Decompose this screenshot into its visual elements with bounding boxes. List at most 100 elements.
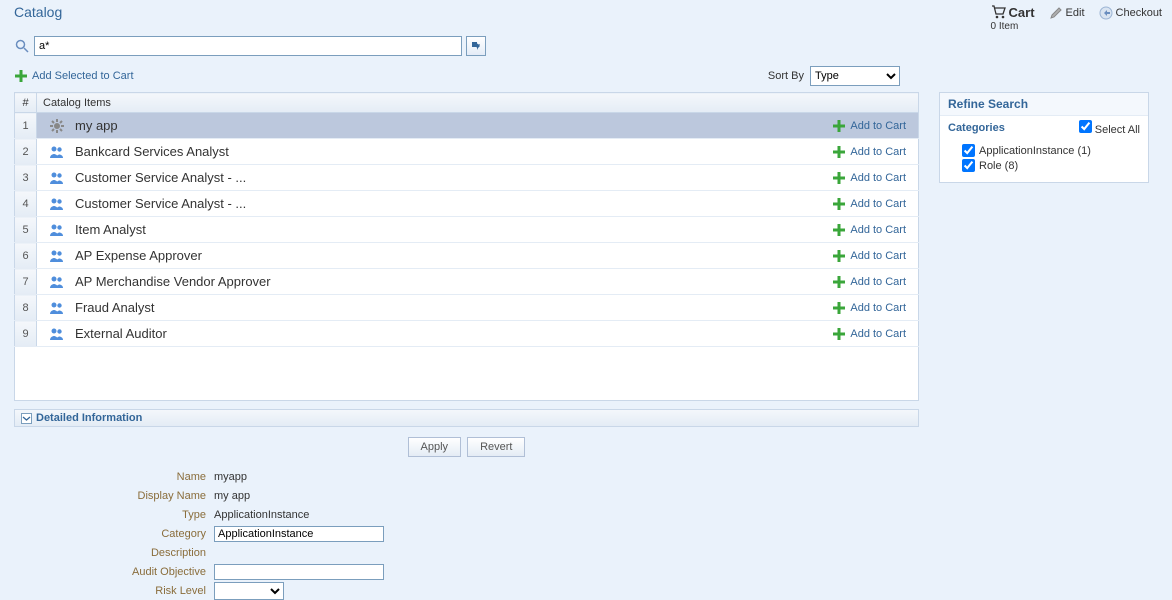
cart-label: Cart	[1009, 5, 1035, 20]
row-item-label: AP Expense Approver	[75, 248, 202, 263]
categories-label: Categories	[948, 122, 1005, 134]
add-to-cart-label: Add to Cart	[850, 146, 906, 158]
name-value: myapp	[214, 471, 247, 483]
category-label: Category	[14, 528, 214, 540]
row-item-cell[interactable]: Item Analyst	[37, 217, 809, 243]
add-to-cart-button[interactable]: Add to Cart	[815, 197, 913, 211]
select-all-label: Select All	[1095, 124, 1140, 136]
cart-icon	[991, 4, 1007, 20]
row-number: 2	[15, 139, 37, 165]
search-go-button[interactable]	[466, 36, 486, 56]
refine-search-title: Refine Search	[940, 93, 1148, 116]
select-all-checkbox[interactable]: Select All	[1079, 120, 1140, 136]
table-row[interactable]: 2 Bankcard Services Analyst Add to Cart	[15, 139, 919, 165]
row-item-cell[interactable]: AP Expense Approver	[37, 243, 809, 269]
search-input[interactable]	[34, 36, 462, 56]
table-row[interactable]: 3Customer Service Analyst - ... Add to Ca…	[15, 165, 919, 191]
sort-by-label: Sort By	[768, 70, 804, 82]
edit-label: Edit	[1066, 7, 1085, 19]
add-to-cart-label: Add to Cart	[850, 302, 906, 314]
role-icon	[49, 222, 65, 238]
role-icon	[49, 170, 65, 186]
checkout-link[interactable]: Checkout	[1099, 6, 1162, 20]
plus-icon	[832, 301, 846, 315]
row-item-cell[interactable]: my app	[37, 113, 809, 139]
row-item-label: External Auditor	[75, 326, 167, 341]
col-num-header[interactable]: #	[15, 93, 37, 113]
add-to-cart-button[interactable]: Add to Cart	[815, 301, 913, 315]
add-selected-to-cart[interactable]: Add Selected to Cart	[14, 69, 134, 83]
col-items-header[interactable]: Catalog Items	[37, 93, 919, 113]
plus-icon	[832, 197, 846, 211]
add-to-cart-button[interactable]: Add to Cart	[815, 249, 913, 263]
row-number: 1	[15, 113, 37, 139]
row-number: 4	[15, 191, 37, 217]
type-value: ApplicationInstance	[214, 509, 309, 521]
add-to-cart-label: Add to Cart	[850, 224, 906, 236]
apply-button[interactable]: Apply	[408, 437, 462, 457]
add-to-cart-button[interactable]: Add to Cart	[815, 171, 913, 185]
plus-icon	[832, 171, 846, 185]
role-icon	[49, 326, 65, 342]
category-item-label: ApplicationInstance (1)	[979, 145, 1091, 157]
sort-by-select[interactable]: Type	[810, 66, 900, 86]
role-icon	[49, 196, 65, 212]
row-number: 3	[15, 165, 37, 191]
plus-icon	[832, 275, 846, 289]
category-checkbox[interactable]: ApplicationInstance (1)	[962, 144, 1142, 157]
row-item-label: Bankcard Services Analyst	[75, 144, 229, 159]
table-row[interactable]: 7AP Merchandise Vendor Approver Add to Ca…	[15, 269, 919, 295]
detail-header-label: Detailed Information	[36, 412, 142, 424]
display-name-label: Display Name	[14, 490, 214, 502]
checkout-icon	[1099, 6, 1113, 20]
row-number: 9	[15, 321, 37, 347]
row-item-cell[interactable]: Customer Service Analyst - ...	[37, 165, 809, 191]
row-number: 7	[15, 269, 37, 295]
add-to-cart-label: Add to Cart	[850, 276, 906, 288]
table-row[interactable]: 8Fraud AnalystAdd to Cart	[15, 295, 919, 321]
add-selected-label: Add Selected to Cart	[32, 70, 134, 82]
catalog-table: # Catalog Items 1my app Add to Cart 2 Bankc…	[14, 92, 919, 347]
row-item-cell[interactable]: External Auditor	[37, 321, 809, 347]
add-to-cart-button[interactable]: Add to Cart	[815, 145, 913, 159]
role-icon	[49, 144, 65, 160]
add-to-cart-button[interactable]: Add to Cart	[815, 119, 913, 133]
role-icon	[49, 274, 65, 290]
table-row[interactable]: 9 External Auditor Add to Cart	[15, 321, 919, 347]
plus-icon	[832, 119, 846, 133]
row-item-label: Customer Service Analyst - ...	[75, 196, 246, 211]
role-icon	[49, 248, 65, 264]
detail-header[interactable]: Detailed Information	[14, 409, 919, 427]
audit-objective-input[interactable]	[214, 564, 384, 580]
revert-button[interactable]: Revert	[467, 437, 525, 457]
add-to-cart-label: Add to Cart	[850, 172, 906, 184]
add-to-cart-button[interactable]: Add to Cart	[815, 327, 913, 341]
risk-level-select[interactable]	[214, 582, 284, 600]
role-icon	[49, 300, 65, 316]
plus-icon	[832, 327, 846, 341]
table-empty-area	[14, 347, 919, 401]
add-to-cart-button[interactable]: Add to Cart	[815, 275, 913, 289]
table-row[interactable]: 5Item AnalystAdd to Cart	[15, 217, 919, 243]
collapse-icon	[21, 413, 32, 424]
search-icon	[14, 38, 30, 54]
plus-icon	[832, 145, 846, 159]
row-item-cell[interactable]: AP Merchandise Vendor Approver	[37, 269, 809, 295]
add-to-cart-label: Add to Cart	[850, 328, 906, 340]
add-to-cart-label: Add to Cart	[850, 120, 906, 132]
table-row[interactable]: 4 Customer Service Analyst - ... Add to Ca…	[15, 191, 919, 217]
category-checkbox[interactable]: Role (8)	[962, 159, 1142, 172]
checkout-label: Checkout	[1116, 7, 1162, 19]
gear-icon	[49, 118, 65, 134]
table-row[interactable]: 6AP Expense ApproverAdd to Cart	[15, 243, 919, 269]
description-label: Description	[14, 547, 214, 559]
name-label: Name	[14, 471, 214, 483]
add-to-cart-button[interactable]: Add to Cart	[815, 223, 913, 237]
row-item-cell[interactable]: Customer Service Analyst - ...	[37, 191, 809, 217]
category-input[interactable]	[214, 526, 384, 542]
table-row[interactable]: 1my app Add to Cart	[15, 113, 919, 139]
edit-link[interactable]: Edit	[1049, 6, 1085, 20]
page-title: Catalog	[14, 4, 62, 32]
row-item-cell[interactable]: Fraud Analyst	[37, 295, 809, 321]
row-item-cell[interactable]: Bankcard Services Analyst	[37, 139, 809, 165]
